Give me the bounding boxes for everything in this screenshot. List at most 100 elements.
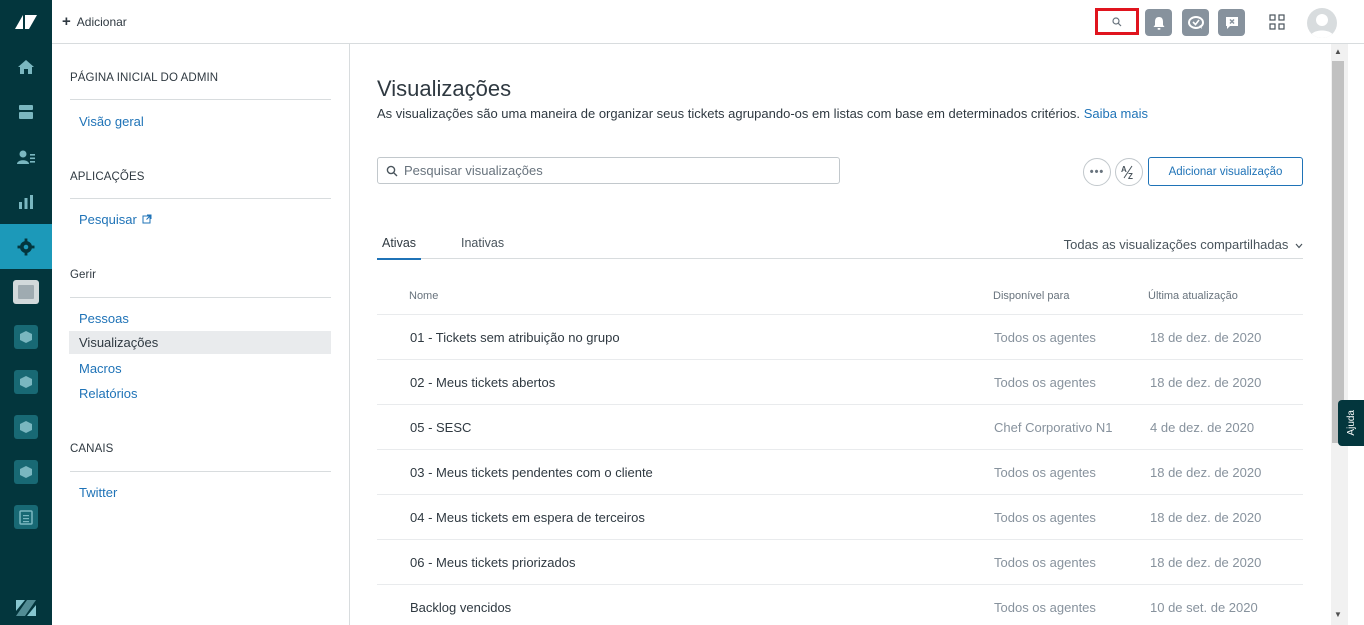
rail-views[interactable] bbox=[0, 89, 52, 134]
scroll-down-icon[interactable]: ▼ bbox=[1334, 610, 1342, 619]
notifications-button[interactable] bbox=[1145, 9, 1172, 36]
clipboard-icon bbox=[14, 504, 38, 529]
app-icon bbox=[14, 459, 38, 484]
app-icon bbox=[14, 324, 38, 349]
views-icon bbox=[19, 104, 33, 119]
rail-home[interactable] bbox=[0, 44, 52, 89]
divider bbox=[70, 471, 331, 472]
nav-link-people[interactable]: Pessoas bbox=[79, 311, 129, 326]
row-name: 03 - Meus tickets pendentes com o client… bbox=[410, 465, 653, 480]
table-row[interactable]: 03 - Meus tickets pendentes com o client… bbox=[377, 449, 1303, 494]
top-bar: + Adicionar bbox=[52, 0, 1364, 44]
home-icon bbox=[18, 59, 34, 74]
row-updated: 18 de dez. de 2020 bbox=[1150, 375, 1262, 390]
table-row[interactable]: 01 - Tickets sem atribuição no grupo Tod… bbox=[377, 314, 1303, 359]
zendesk-logo[interactable] bbox=[0, 0, 52, 44]
ellipsis-icon: ••• bbox=[1089, 166, 1105, 178]
chat-icon bbox=[1187, 15, 1204, 29]
row-updated: 18 de dez. de 2020 bbox=[1150, 465, 1262, 480]
column-header-updated[interactable]: Última atualização bbox=[1148, 290, 1238, 302]
row-available: Todos os agentes bbox=[994, 375, 1096, 390]
user-icon bbox=[1310, 14, 1334, 38]
zendesk-z-icon bbox=[16, 600, 36, 616]
reporting-icon bbox=[19, 194, 33, 209]
rail-app-3[interactable] bbox=[0, 404, 52, 449]
search-icon bbox=[386, 165, 398, 176]
row-name: Backlog vencidos bbox=[410, 600, 512, 615]
nav-link-twitter[interactable]: Twitter bbox=[79, 485, 117, 500]
row-updated: 10 de set. de 2020 bbox=[1150, 600, 1258, 615]
chat-button[interactable] bbox=[1182, 9, 1209, 36]
row-updated: 18 de dez. de 2020 bbox=[1150, 330, 1262, 345]
rail-app-5[interactable] bbox=[0, 494, 52, 539]
sort-alpha-icon: AZ bbox=[1121, 165, 1133, 180]
divider bbox=[70, 198, 331, 199]
add-view-button[interactable]: Adicionar visualização bbox=[1148, 157, 1303, 186]
chevron-down-icon bbox=[1295, 243, 1303, 249]
table-row[interactable]: Backlog vencidos Todos os agentes 10 de … bbox=[377, 584, 1303, 625]
knowledge-icon bbox=[13, 279, 39, 304]
nav-link-search[interactable]: Pesquisar bbox=[79, 212, 152, 227]
help-tab[interactable]: Ajuda bbox=[1338, 400, 1364, 446]
global-search-button[interactable] bbox=[1095, 8, 1139, 35]
more-options-button[interactable]: ••• bbox=[1083, 158, 1111, 186]
shared-views-filter[interactable]: Todas as visualizações compartilhadas bbox=[1064, 237, 1303, 252]
rail-admin[interactable] bbox=[0, 224, 52, 269]
row-name: 06 - Meus tickets priorizados bbox=[410, 555, 576, 570]
tab-inactive[interactable]: Inativas bbox=[461, 236, 504, 258]
message-icon bbox=[1225, 16, 1238, 29]
rail-app-1[interactable] bbox=[0, 314, 52, 359]
external-link-icon bbox=[142, 214, 152, 224]
row-name: 01 - Tickets sem atribuição no grupo bbox=[410, 330, 620, 345]
nav-link-overview[interactable]: Visão geral bbox=[79, 114, 144, 129]
nav-link-macros[interactable]: Macros bbox=[79, 361, 122, 376]
user-avatar[interactable] bbox=[1307, 8, 1337, 38]
sort-button[interactable]: AZ bbox=[1115, 158, 1143, 186]
filter-label: Todas as visualizações compartilhadas bbox=[1063, 237, 1289, 252]
scrollbar-thumb[interactable] bbox=[1332, 61, 1344, 443]
help-tab-label: Ajuda bbox=[1345, 410, 1357, 436]
rail-reporting[interactable] bbox=[0, 179, 52, 224]
column-header-available[interactable]: Disponível para bbox=[993, 290, 1069, 302]
svg-text:Z: Z bbox=[1128, 172, 1133, 180]
rail-app-2[interactable] bbox=[0, 359, 52, 404]
row-available: Todos os agentes bbox=[994, 510, 1096, 525]
add-button[interactable]: + Adicionar bbox=[62, 13, 127, 30]
row-updated: 18 de dez. de 2020 bbox=[1150, 510, 1262, 525]
views-search-field[interactable] bbox=[377, 157, 840, 184]
row-available: Todos os agentes bbox=[994, 465, 1096, 480]
add-label: Adicionar bbox=[76, 14, 127, 29]
rail-knowledge[interactable] bbox=[0, 269, 52, 314]
page-description: As visualizações são uma maneira de orga… bbox=[377, 106, 1148, 121]
row-available: Todos os agentes bbox=[994, 330, 1096, 345]
divider bbox=[70, 99, 331, 100]
table-row[interactable]: 04 - Meus tickets em espera de terceiros… bbox=[377, 494, 1303, 539]
rail-customers[interactable] bbox=[0, 134, 52, 179]
product-rail bbox=[0, 0, 52, 625]
app-icon bbox=[14, 369, 38, 394]
bell-icon bbox=[1153, 16, 1164, 30]
zendesk-product-logo[interactable] bbox=[0, 599, 52, 617]
admin-gear-icon bbox=[17, 238, 35, 255]
nav-link-reports[interactable]: Relatórios bbox=[79, 386, 138, 401]
table-row[interactable]: 05 - SESC Chef Corporativo N1 4 de dez. … bbox=[377, 404, 1303, 449]
row-updated: 18 de dez. de 2020 bbox=[1150, 555, 1262, 570]
main-content: Visualizações As visualizações são uma m… bbox=[351, 44, 1331, 625]
learn-more-link[interactable]: Saiba mais bbox=[1084, 106, 1148, 121]
table-row[interactable]: 06 - Meus tickets priorizados Todos os a… bbox=[377, 539, 1303, 584]
column-header-name[interactable]: Nome bbox=[409, 290, 438, 302]
nav-link-search-label: Pesquisar bbox=[79, 212, 137, 227]
search-icon bbox=[1112, 16, 1122, 26]
nav-link-views[interactable]: Visualizações bbox=[69, 331, 331, 354]
talk-button[interactable] bbox=[1218, 9, 1245, 36]
rail-app-4[interactable] bbox=[0, 449, 52, 494]
table-row[interactable]: 02 - Meus tickets abertos Todos os agent… bbox=[377, 359, 1303, 404]
tab-active[interactable]: Ativas bbox=[377, 236, 422, 260]
apps-grid-icon[interactable] bbox=[1268, 13, 1286, 31]
row-available: Todos os agentes bbox=[994, 600, 1096, 615]
section-title-channels: CANAIS bbox=[70, 443, 114, 455]
section-title-manage: Gerir bbox=[70, 269, 97, 281]
scroll-up-icon[interactable]: ▲ bbox=[1334, 47, 1342, 56]
views-search-input[interactable] bbox=[404, 163, 824, 178]
page-scrollbar[interactable]: ▲ ▼ bbox=[1331, 44, 1348, 625]
